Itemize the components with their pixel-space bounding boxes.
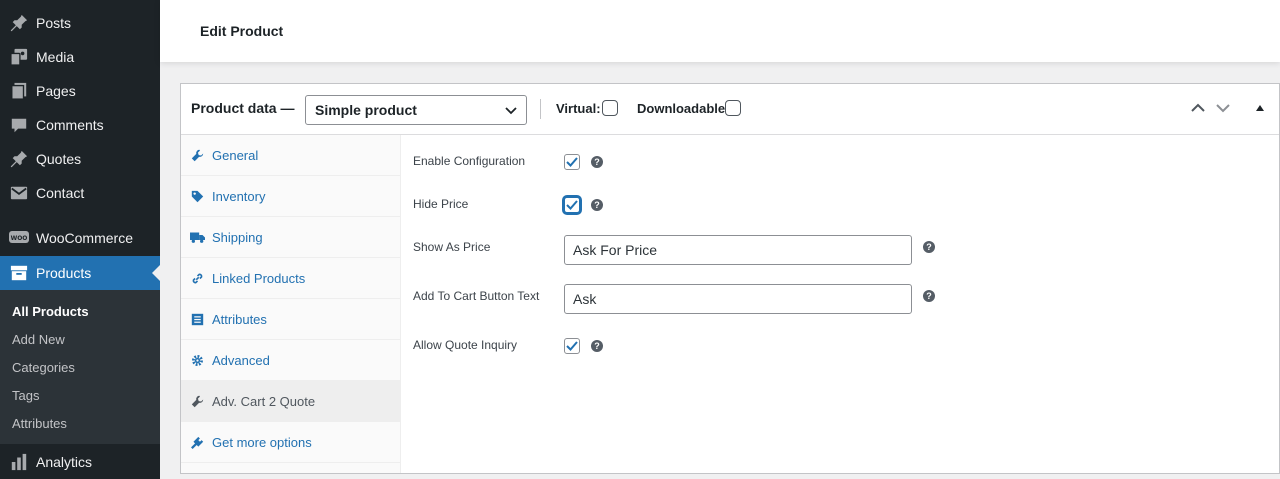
- sidebar-item-posts[interactable]: Posts: [0, 6, 160, 40]
- page-header: Edit Product: [160, 0, 1280, 62]
- add-to-cart-text-value: Ask: [573, 291, 597, 307]
- add-to-cart-text-input[interactable]: Ask: [564, 284, 912, 314]
- tab-label: Adv. Cart 2 Quote: [212, 393, 316, 409]
- sidebar-item-quotes[interactable]: Quotes: [0, 142, 160, 176]
- show-as-price-input[interactable]: Ask For Price: [564, 235, 912, 265]
- sidebar-item-label: WooCommerce: [36, 230, 133, 246]
- sidebar-item-label: Pages: [36, 83, 76, 99]
- adv-cart-2-quote-panel: Enable Configuration ? Hide Price ? Show…: [401, 135, 1279, 473]
- product-data-tabs: General Inventory Shipping Linked Produc…: [181, 135, 401, 473]
- tab-inventory[interactable]: Inventory: [181, 176, 400, 217]
- gear-icon: [181, 354, 212, 367]
- tab-get-more-options[interactable]: Get more options: [181, 422, 400, 463]
- tab-shipping[interactable]: Shipping: [181, 217, 400, 258]
- sidebar-item-products[interactable]: Products: [0, 256, 160, 290]
- submenu-add-new[interactable]: Add New: [12, 332, 65, 347]
- collapse-toggle-icon[interactable]: [1254, 100, 1266, 121]
- tab-label: Shipping: [212, 229, 263, 245]
- link-icon: [181, 272, 212, 285]
- enable-configuration-checkbox[interactable]: [564, 154, 580, 170]
- sidebar-item-media[interactable]: Media: [0, 40, 160, 74]
- help-icon[interactable]: ?: [591, 340, 603, 352]
- tab-attributes[interactable]: Attributes: [181, 299, 400, 340]
- tab-general[interactable]: General: [181, 135, 400, 176]
- sidebar-item-label: Media: [36, 49, 75, 65]
- move-up-icon[interactable]: [1190, 100, 1206, 121]
- header-divider: [540, 99, 541, 119]
- admin-sidebar: Posts Media Pages Comments Quotes Contac…: [0, 0, 160, 479]
- downloadable-checkbox[interactable]: [725, 100, 741, 116]
- wrench-icon: [181, 395, 212, 408]
- sidebar-item-label: Analytics: [36, 454, 93, 470]
- hide-price-checkbox[interactable]: [564, 197, 580, 213]
- tab-label: Attributes: [212, 311, 267, 327]
- tab-linked-products[interactable]: Linked Products: [181, 258, 400, 299]
- list-icon: [181, 313, 212, 326]
- allow-quote-inquiry-label: Allow Quote Inquiry: [413, 338, 518, 352]
- page-title: Edit Product: [200, 23, 284, 39]
- move-down-icon[interactable]: [1215, 100, 1231, 121]
- help-icon[interactable]: ?: [923, 241, 935, 253]
- sidebar-item-label: Quotes: [36, 151, 82, 167]
- virtual-label: Virtual:: [556, 101, 601, 116]
- enable-configuration-label: Enable Configuration: [413, 154, 526, 168]
- woo-icon: WOO: [0, 230, 36, 246]
- allow-quote-inquiry-checkbox[interactable]: [564, 338, 580, 354]
- tab-adv-cart-2-quote[interactable]: Adv. Cart 2 Quote: [181, 381, 400, 422]
- sidebar-item-analytics[interactable]: Analytics: [0, 445, 160, 479]
- tab-label: Linked Products: [212, 270, 306, 286]
- tag-icon: [181, 190, 212, 203]
- pin-icon: [0, 14, 36, 32]
- product-data-box: Product data — Simple product Virtual: D…: [180, 83, 1280, 474]
- product-data-title: Product data —: [191, 100, 295, 116]
- hide-price-label: Hide Price: [413, 197, 469, 211]
- chevron-down-icon: [504, 103, 518, 120]
- show-as-price-value: Ask For Price: [573, 242, 658, 258]
- plugin-icon: [181, 436, 212, 449]
- tab-label: General: [212, 147, 259, 163]
- product-data-header: Product data — Simple product Virtual: D…: [181, 84, 1279, 135]
- virtual-checkbox[interactable]: [602, 100, 618, 116]
- sidebar-item-label: Contact: [36, 185, 85, 201]
- submenu-all-products[interactable]: All Products: [12, 304, 89, 319]
- help-icon[interactable]: ?: [923, 290, 935, 302]
- downloadable-label: Downloadable:: [637, 101, 730, 116]
- help-icon[interactable]: ?: [591, 199, 603, 211]
- add-to-cart-text-label: Add To Cart Button Text: [413, 289, 540, 303]
- show-as-price-label: Show As Price: [413, 240, 491, 254]
- product-type-select[interactable]: Simple product: [305, 95, 527, 125]
- submenu-categories[interactable]: Categories: [12, 360, 75, 375]
- pages-icon: [0, 82, 36, 100]
- tab-label: Inventory: [212, 188, 266, 204]
- sidebar-item-contact[interactable]: Contact: [0, 176, 160, 210]
- archive-icon: [0, 264, 36, 282]
- sidebar-item-comments[interactable]: Comments: [0, 108, 160, 142]
- chart-icon: [0, 453, 36, 471]
- comments-icon: [0, 116, 36, 134]
- truck-icon: [181, 231, 212, 244]
- submenu-attributes[interactable]: Attributes: [12, 416, 67, 431]
- help-icon[interactable]: ?: [591, 156, 603, 168]
- svg-text:WOO: WOO: [11, 235, 28, 242]
- tab-advanced[interactable]: Advanced: [181, 340, 400, 381]
- checkmark-icon: [566, 341, 578, 351]
- tab-label: Get more options: [212, 434, 312, 450]
- sidebar-item-label: Products: [36, 265, 92, 281]
- wrench-icon: [181, 149, 212, 162]
- pin-icon: [0, 150, 36, 168]
- media-icon: [0, 48, 36, 66]
- mail-icon: [0, 184, 36, 202]
- checkmark-icon: [566, 157, 578, 167]
- product-type-value: Simple product: [315, 102, 417, 118]
- submenu-tags[interactable]: Tags: [12, 388, 39, 403]
- sidebar-item-label: Comments: [36, 117, 104, 133]
- checkmark-icon: [566, 200, 578, 210]
- sidebar-item-pages[interactable]: Pages: [0, 74, 160, 108]
- sidebar-item-label: Posts: [36, 15, 72, 31]
- sidebar-item-woocommerce[interactable]: WOO WooCommerce: [0, 221, 160, 255]
- products-submenu: All Products Add New Categories Tags Att…: [0, 290, 160, 444]
- tab-label: Advanced: [212, 352, 270, 368]
